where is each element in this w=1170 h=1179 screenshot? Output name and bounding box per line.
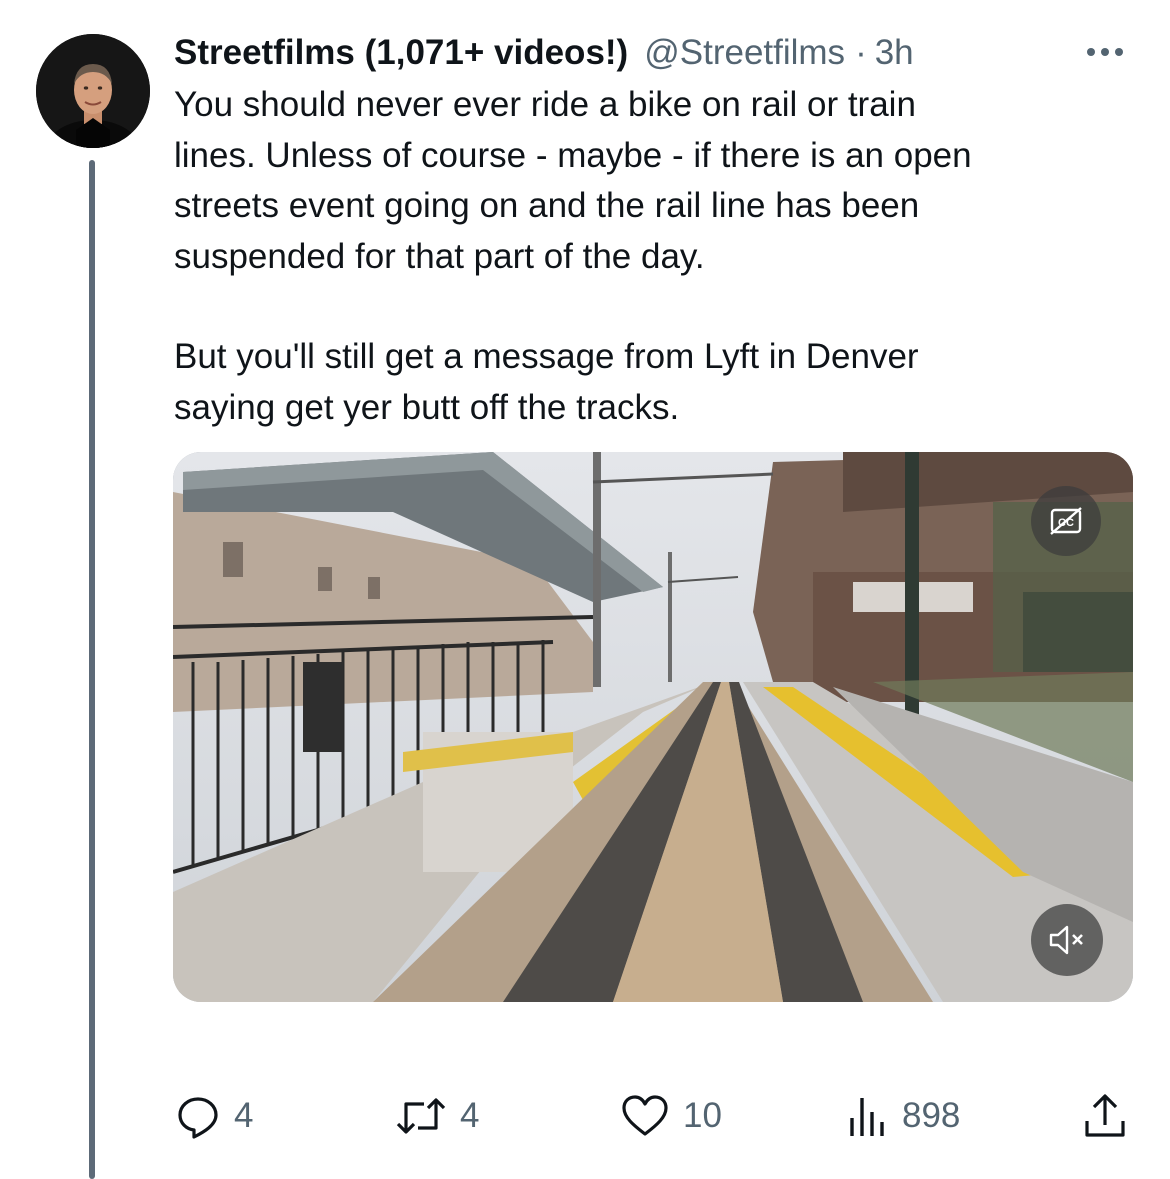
retweet-count: 4 bbox=[460, 1096, 480, 1135]
tweet-action-bar: 4 4 10 898 bbox=[174, 1088, 1134, 1144]
views-chart-icon bbox=[850, 1098, 884, 1136]
like-button[interactable]: 10 bbox=[619, 1088, 722, 1144]
video-player[interactable]: CC bbox=[173, 452, 1133, 1002]
avatar-photo bbox=[36, 34, 150, 148]
more-horizontal-icon[interactable] bbox=[1080, 32, 1130, 72]
like-count: 10 bbox=[683, 1096, 722, 1135]
share-icon bbox=[1085, 1094, 1125, 1137]
reply-count: 4 bbox=[234, 1096, 254, 1135]
author-handle[interactable]: @Streetfilms bbox=[644, 33, 845, 73]
volume-muted-icon[interactable] bbox=[1031, 904, 1103, 976]
author-display-name[interactable]: Streetfilms (1,071+ videos!) bbox=[174, 33, 628, 73]
reply-button[interactable]: 4 bbox=[174, 1088, 253, 1144]
tweet-paragraph: You should never ever ride a bike on rai… bbox=[174, 85, 972, 276]
closed-captions-off-icon[interactable]: CC bbox=[1031, 486, 1101, 556]
views-button[interactable]: 898 bbox=[846, 1088, 960, 1144]
retweet-button[interactable]: 4 bbox=[394, 1088, 479, 1144]
tweet-text: You should never ever ride a bike on rai… bbox=[174, 80, 1134, 433]
retweet-icon bbox=[396, 1098, 446, 1134]
header-separator: · bbox=[855, 33, 867, 72]
author-avatar[interactable] bbox=[36, 34, 150, 148]
heart-icon bbox=[622, 1095, 668, 1136]
share-button[interactable] bbox=[1082, 1088, 1128, 1144]
tweet-paragraph: But you'll still get a message from Lyft… bbox=[174, 337, 919, 427]
view-count: 898 bbox=[902, 1096, 961, 1135]
thread-connector-line bbox=[89, 160, 95, 1179]
tweet-header: Streetfilms (1,071+ videos!) @Streetfilm… bbox=[174, 30, 1130, 76]
tweet-timestamp[interactable]: 3h bbox=[875, 33, 914, 73]
reply-icon bbox=[178, 1097, 218, 1139]
video-frame-light-rail-station bbox=[173, 452, 1133, 1002]
